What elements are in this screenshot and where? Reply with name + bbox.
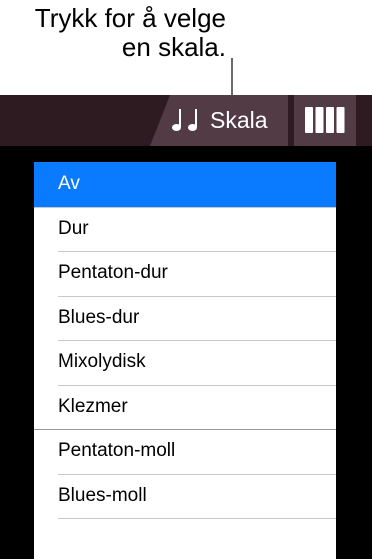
control-bar: Skala	[0, 95, 372, 146]
music-notes-icon	[172, 109, 197, 131]
menu-item-dur[interactable]: Dur	[34, 206, 336, 252]
menu-item-partial[interactable]	[34, 518, 336, 559]
scale-button-label: Skala	[210, 107, 268, 133]
callout: Trykk for å velge en skala.	[0, 0, 372, 95]
menu-item-blues-dur[interactable]: Blues-dur	[34, 295, 336, 341]
keyboard-button[interactable]	[294, 95, 356, 146]
keyboard-icon	[305, 107, 345, 133]
callout-line-2: en skala.	[121, 32, 226, 62]
menu-item-pentaton-moll[interactable]: Pentaton-moll	[34, 429, 336, 474]
scale-button[interactable]: Skala	[150, 95, 288, 146]
menu-item-mixolydisk[interactable]: Mixolydisk	[34, 340, 336, 385]
callout-line-1: Trykk for å velge	[34, 3, 226, 33]
menu-item-blues-moll[interactable]: Blues-moll	[34, 473, 336, 519]
menu-item-pentaton-dur[interactable]: Pentaton-dur	[34, 251, 336, 296]
callout-pointer-line	[231, 58, 233, 95]
menu-item-av[interactable]: Av	[34, 162, 336, 207]
callout-text: Trykk for å velge en skala.	[35, 4, 226, 62]
scale-menu: Av Dur Pentaton-dur Blues-dur Mixolydisk…	[34, 162, 336, 559]
menu-item-klezmer[interactable]: Klezmer	[34, 384, 336, 430]
